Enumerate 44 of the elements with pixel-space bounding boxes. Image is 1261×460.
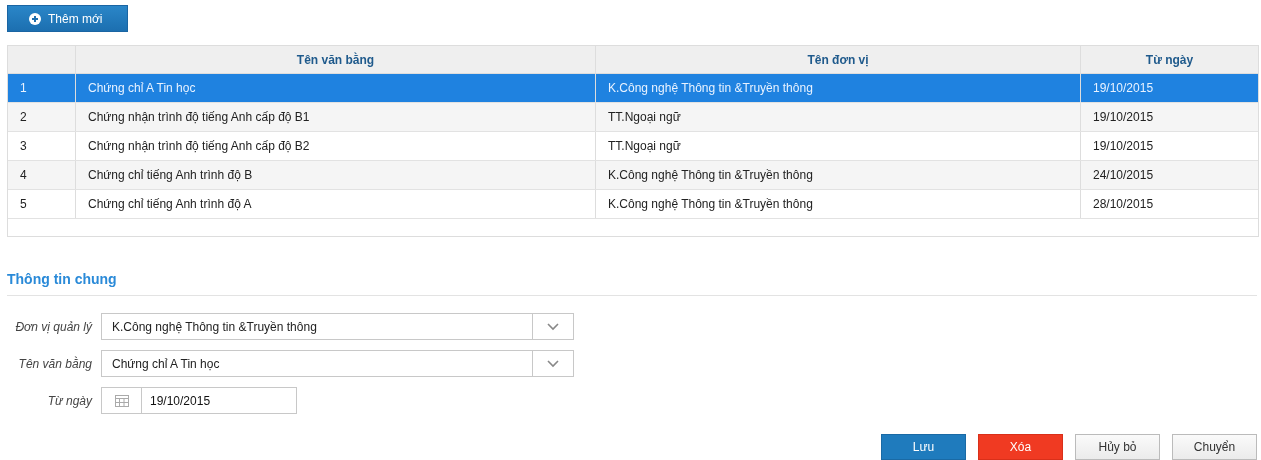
- calendar-icon: [114, 394, 129, 407]
- table-row[interactable]: 5 Chứng chỉ tiếng Anh trình độ A K.Công nghệ Thông tin &Truyền thông 28/10/2015: [8, 190, 1258, 219]
- table-cell: 3: [20, 139, 27, 153]
- table-cell: 19/10/2015: [1093, 81, 1154, 95]
- action-button[interactable]: Lưu: [881, 434, 966, 460]
- table-cell: Chứng nhận trình độ tiếng Anh cấp độ B1: [88, 110, 310, 124]
- column-header: Tên văn bằng: [76, 46, 596, 73]
- dropdown-field[interactable]: Chứng chỉ A Tin học: [101, 350, 574, 377]
- table-row[interactable]: 4 Chứng chỉ tiếng Anh trình độ B K.Công nghệ Thông tin &Truyền thông 24/10/2015: [8, 161, 1258, 190]
- table-cell: 19/10/2015: [1093, 110, 1154, 124]
- chevron-down-icon: [547, 359, 559, 368]
- table-cell: Chứng nhận trình độ tiếng Anh cấp độ B2: [88, 139, 310, 153]
- table-cell: TT.Ngoại ngữ: [608, 139, 681, 153]
- table-row[interactable]: 2 Chứng nhận trình độ tiếng Anh cấp độ B1 TT.Ngoại ngữ 19/10/2015: [8, 103, 1258, 132]
- chevron-down-icon: [547, 322, 559, 331]
- action-button[interactable]: Hủy bỏ: [1075, 434, 1160, 460]
- section-title: Thông tin chung: [7, 271, 117, 287]
- table-cell: 1: [20, 81, 27, 95]
- field-label: Từ ngày: [46, 393, 92, 408]
- dropdown-field[interactable]: K.Công nghệ Thông tin &Truyền thông: [101, 313, 574, 340]
- date-field[interactable]: 19/10/2015: [101, 387, 297, 414]
- action-button[interactable]: Xóa: [978, 434, 1063, 460]
- table-cell: K.Công nghệ Thông tin &Truyền thông: [608, 168, 813, 182]
- column-header: Từ ngày: [1144, 51, 1195, 69]
- plus-circle-icon: [29, 12, 41, 25]
- field-label: Đơn vị quản lý: [14, 319, 92, 334]
- table-row[interactable]: 3 Chứng nhận trình độ tiếng Anh cấp độ B2 TT.Ngoại ngữ 19/10/2015: [8, 132, 1258, 161]
- table-cell: Chứng chỉ tiếng Anh trình độ A: [88, 197, 252, 211]
- table-row[interactable]: 1 Chứng chỉ A Tin học K.Công nghệ Thông tin &Truyền thông 19/10/2015: [8, 74, 1258, 103]
- table-cell: Chứng chỉ A Tin học: [88, 81, 196, 95]
- add-button[interactable]: Thêm mới: [7, 5, 128, 32]
- table-cell: K.Công nghệ Thông tin &Truyền thông: [608, 197, 813, 211]
- table-cell: K.Công nghệ Thông tin &Truyền thông: [608, 81, 813, 95]
- table-cell: 28/10/2015: [1093, 197, 1154, 211]
- table-cell: 4: [20, 168, 27, 182]
- table-cell: 19/10/2015: [1093, 139, 1154, 153]
- table-cell: 24/10/2015: [1093, 168, 1154, 182]
- table-cell: TT.Ngoại ngữ: [608, 110, 681, 124]
- action-button[interactable]: Chuyển: [1172, 434, 1257, 460]
- table-cell: 5: [20, 197, 27, 211]
- column-header: Tên đơn vị: [596, 46, 1081, 73]
- table-cell: 2: [20, 110, 27, 124]
- field-label: Tên văn bằng: [17, 356, 92, 371]
- table-cell: Chứng chỉ tiếng Anh trình độ B: [88, 168, 253, 182]
